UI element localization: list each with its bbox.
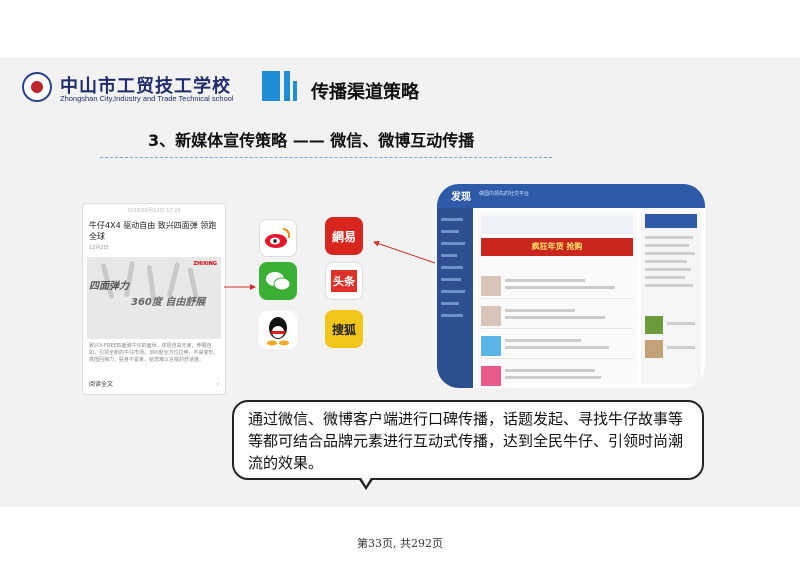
website-right-panel [641, 212, 701, 384]
website-sidebar [437, 208, 473, 388]
website-banner: 疯狂年货 抢购 [481, 238, 633, 256]
website-logo: 发现 [451, 192, 471, 203]
website-screenshot: 发现 做国内领先的社交平台 疯狂年货 抢购 [437, 184, 705, 388]
netease-icon: 網易 [325, 217, 363, 255]
callout-box: 通过微信、微博客户端进行口碑传播，话题发起、寻找牛仔故事等等都可结合品牌元素进行… [232, 400, 704, 480]
toutiao-icon: 头条 [325, 262, 363, 300]
website-feed: 疯狂年货 抢购 [477, 212, 637, 386]
callout-tail [358, 476, 374, 490]
website-slogan: 做国内领先的社交平台 [479, 191, 530, 197]
sohu-icon: 搜狐 [325, 310, 363, 348]
qq-icon [259, 311, 297, 349]
arrow-from-website [373, 240, 436, 264]
page-number: 第33页, 共292页 [357, 537, 443, 550]
wechat-icon [259, 262, 297, 300]
callout-text: 通过微信、微博客户端进行口碑传播，话题发起、寻找牛仔故事等等都可结合品牌元素进行… [248, 410, 684, 472]
weibo-icon [259, 219, 297, 257]
website-header: 发现 做国内领先的社交平台 [437, 184, 705, 208]
